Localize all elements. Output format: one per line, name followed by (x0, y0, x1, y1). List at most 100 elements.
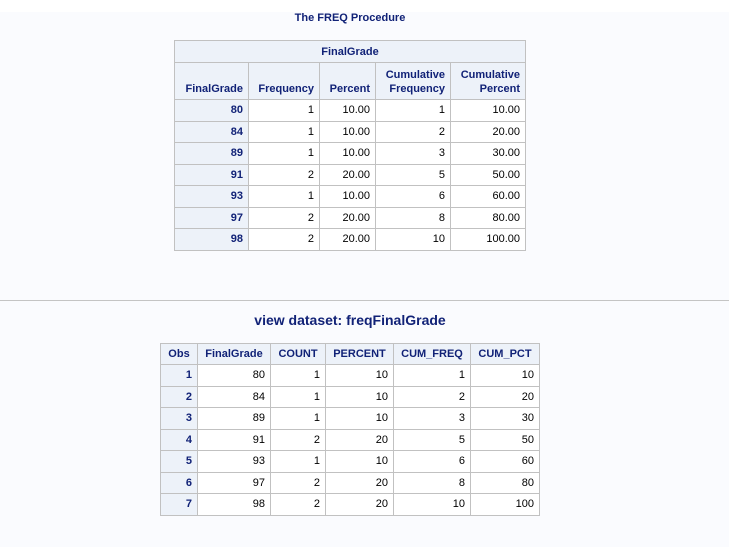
column-header-percent: Percent (319, 62, 376, 100)
column-header-percent: PERCENT (325, 343, 394, 365)
table-cell: 80.00 (450, 206, 526, 229)
row-header-cell: 97 (174, 206, 249, 229)
table-caption: FinalGrade (174, 40, 526, 63)
column-header-obs: Obs (160, 343, 198, 365)
frequency-table-body: 80 1 10.00 1 10.00 84 1 10.00 2 20.00 89 1 10.00 3 30.… (174, 99, 526, 251)
column-header-frequency: Frequency (248, 62, 320, 100)
table-row: 5 93 1 10 6 60 (160, 450, 540, 473)
table-cell: 10 (325, 385, 394, 408)
dataset-view-title: view dataset: freqFinalGrade (254, 312, 446, 328)
table-cell: 6 (375, 185, 451, 208)
table-cell: 60 (470, 450, 540, 473)
table-cell: 10 (325, 407, 394, 430)
table-cell: 50.00 (450, 163, 526, 186)
table-cell: 10 (470, 364, 540, 387)
table-cell: 10 (375, 228, 451, 251)
column-header-cumulative-frequency: Cumulative Frequency (375, 62, 451, 100)
table-row: 98 2 20.00 10 100.00 (174, 228, 526, 251)
table-cell: 100 (470, 493, 540, 516)
table-cell: 10.00 (319, 142, 376, 165)
dataset-table-body: 1 80 1 10 1 10 2 84 1 10 2 20 3 89 1 10 3 30 4 91 2 20 5 50 5 93 1… (160, 364, 540, 516)
table-row: 89 1 10.00 3 30.00 (174, 142, 526, 165)
table-cell: 6 (393, 450, 471, 473)
table-cell: 60.00 (450, 185, 526, 208)
table-cell: 20 (470, 385, 540, 408)
table-cell: 1 (270, 385, 326, 408)
table-cell: 20 (325, 471, 394, 494)
table-cell: 98 (197, 493, 271, 516)
table-cell: 10 (325, 450, 394, 473)
table-cell: 2 (248, 228, 320, 251)
table-row: 4 91 2 20 5 50 (160, 428, 540, 451)
row-header-cell: 84 (174, 120, 249, 143)
column-header-finalgrade: FinalGrade (174, 62, 249, 100)
table-row: 6 97 2 20 8 80 (160, 471, 540, 494)
table-cell: 8 (375, 206, 451, 229)
table-cell: 80 (197, 364, 271, 387)
table-cell: 30.00 (450, 142, 526, 165)
table-row: 80 1 10.00 1 10.00 (174, 99, 526, 122)
table-cell: 10.00 (319, 120, 376, 143)
row-header-cell: 91 (174, 163, 249, 186)
row-header-cell: 93 (174, 185, 249, 208)
table-cell: 8 (393, 471, 471, 494)
table-cell: 2 (270, 471, 326, 494)
column-header-cumulative-percent: Cumulative Percent (450, 62, 526, 100)
obs-cell: 7 (160, 493, 198, 516)
obs-cell: 6 (160, 471, 198, 494)
table-cell: 3 (393, 407, 471, 430)
table-cell: 10 (393, 493, 471, 516)
table-cell: 93 (197, 450, 271, 473)
table-cell: 1 (248, 142, 320, 165)
column-header-count: COUNT (270, 343, 326, 365)
row-header-cell: 89 (174, 142, 249, 165)
obs-cell: 4 (160, 428, 198, 451)
obs-cell: 1 (160, 364, 198, 387)
table-cell: 20.00 (450, 120, 526, 143)
table-cell: 89 (197, 407, 271, 430)
obs-cell: 3 (160, 407, 198, 430)
table-cell: 2 (248, 163, 320, 186)
table-row: 91 2 20.00 5 50.00 (174, 163, 526, 186)
table-cell: 10 (325, 364, 394, 387)
table-cell: 2 (248, 206, 320, 229)
column-header-cum-pct: CUM_PCT (470, 343, 540, 365)
procedure-title: The FREQ Procedure (294, 12, 406, 24)
table-cell: 20 (325, 493, 394, 516)
table-row: 2 84 1 10 2 20 (160, 385, 540, 408)
table-cell: 20.00 (319, 163, 376, 186)
table-cell: 1 (270, 407, 326, 430)
row-header-cell: 98 (174, 228, 249, 251)
row-header-cell: 80 (174, 99, 249, 122)
column-header-cum-freq: CUM_FREQ (393, 343, 471, 365)
table-cell: 1 (393, 364, 471, 387)
table-cell: 91 (197, 428, 271, 451)
table-cell: 5 (393, 428, 471, 451)
table-cell: 10.00 (319, 99, 376, 122)
table-cell: 1 (248, 99, 320, 122)
table-row: 97 2 20.00 8 80.00 (174, 206, 526, 229)
table-cell: 20.00 (319, 228, 376, 251)
table-row: 3 89 1 10 3 30 (160, 407, 540, 430)
obs-cell: 5 (160, 450, 198, 473)
section-divider (0, 300, 729, 301)
table-cell: 20.00 (319, 206, 376, 229)
table-cell: 2 (270, 493, 326, 516)
table-cell: 10.00 (450, 99, 526, 122)
table-row: 93 1 10.00 6 60.00 (174, 185, 526, 208)
table-cell: 1 (375, 99, 451, 122)
table-cell: 1 (270, 450, 326, 473)
table-cell: 84 (197, 385, 271, 408)
column-header-finalgrade: FinalGrade (197, 343, 271, 365)
table-cell: 5 (375, 163, 451, 186)
table-cell: 97 (197, 471, 271, 494)
table-cell: 1 (270, 364, 326, 387)
table-cell: 3 (375, 142, 451, 165)
frequency-table: FinalGrade FinalGrade Frequency Percent … (174, 40, 526, 251)
table-cell: 50 (470, 428, 540, 451)
table-cell: 100.00 (450, 228, 526, 251)
table-row: 7 98 2 20 10 100 (160, 493, 540, 516)
table-cell: 1 (248, 185, 320, 208)
table-cell: 1 (248, 120, 320, 143)
table-cell: 2 (375, 120, 451, 143)
